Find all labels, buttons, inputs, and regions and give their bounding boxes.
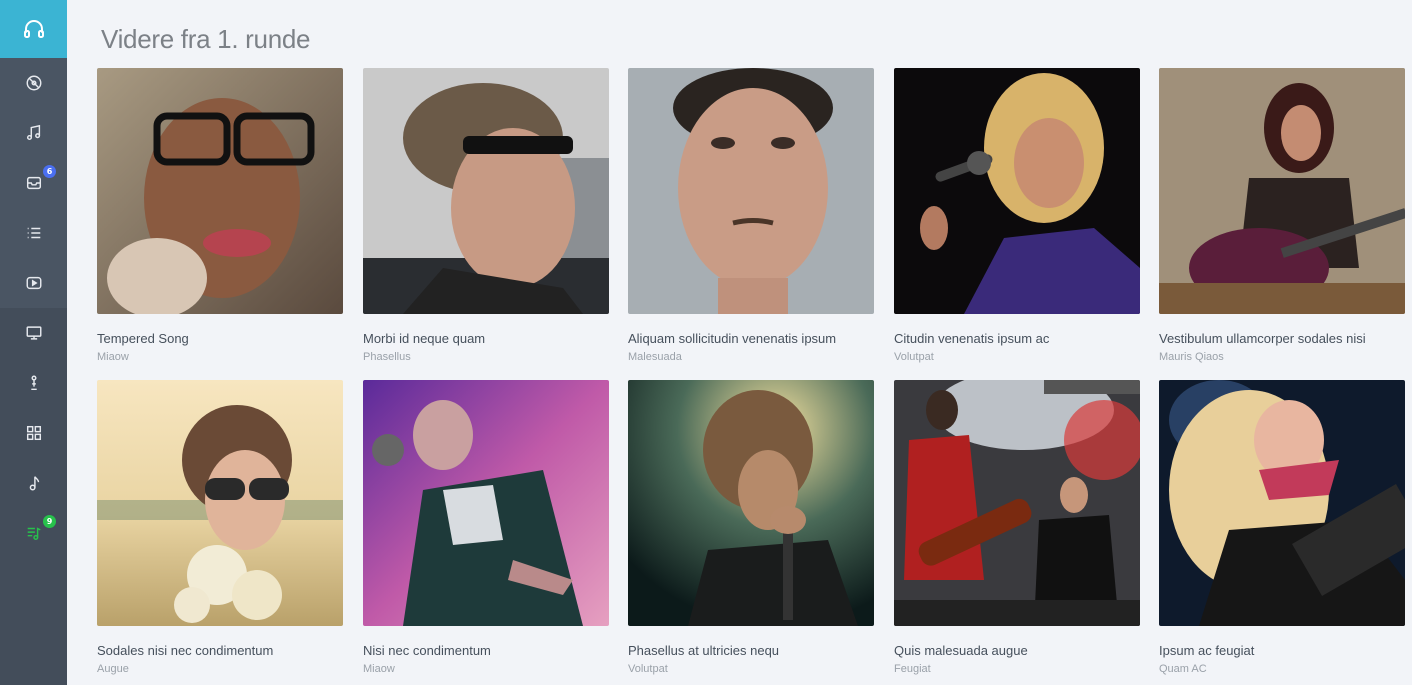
card-title[interactable]: Citudin venenatis ipsum ac: [894, 331, 1140, 346]
album-card[interactable]: Morbi id neque quam Phasellus: [363, 68, 609, 363]
card-subtitle[interactable]: Volutpat: [628, 663, 874, 675]
music-note-icon: [26, 124, 40, 141]
card-title[interactable]: Vestibulum ullamcorper sodales nisi: [1159, 331, 1405, 346]
album-cover[interactable]: [1159, 380, 1405, 626]
sidebar: 6 9: [0, 0, 67, 685]
sidebar-item-discover[interactable]: [0, 58, 67, 108]
sidebar-item-list[interactable]: [0, 208, 67, 258]
playlist-icon: [27, 527, 41, 541]
album-card[interactable]: Ipsum ac feugiat Quam AC: [1159, 380, 1405, 675]
card-subtitle[interactable]: Miaow: [97, 351, 343, 363]
headphones-icon[interactable]: [0, 0, 67, 58]
card-subtitle[interactable]: Mauris Qiaos: [1159, 351, 1405, 363]
card-title[interactable]: Tempered Song: [97, 331, 343, 346]
sidebar-filler: [0, 558, 67, 685]
microphone-icon: [30, 375, 37, 391]
sidebar-item-monitor[interactable]: [0, 308, 67, 358]
album-card[interactable]: Phasellus at ultricies nequ Volutpat: [628, 380, 874, 675]
playlist-badge: 9: [43, 515, 56, 528]
card-subtitle[interactable]: Phasellus: [363, 351, 609, 363]
album-cover[interactable]: [628, 380, 874, 626]
sidebar-item-microphone[interactable]: [0, 358, 67, 408]
grid-icon: [26, 425, 41, 441]
sidebar-item-grid[interactable]: [0, 408, 67, 458]
card-title[interactable]: Quis malesuada augue: [894, 643, 1140, 658]
card-subtitle[interactable]: Quam AC: [1159, 663, 1405, 675]
sidebar-item-note[interactable]: [0, 458, 67, 508]
album-card[interactable]: Tempered Song Miaow: [97, 68, 343, 363]
album-cover[interactable]: [97, 380, 343, 626]
card-title[interactable]: Nisi nec condimentum: [363, 643, 609, 658]
card-title[interactable]: Aliquam sollicitudin venenatis ipsum: [628, 331, 874, 346]
list-icon: [27, 227, 40, 239]
card-subtitle[interactable]: Augue: [97, 663, 343, 675]
card-title[interactable]: Phasellus at ultricies nequ: [628, 643, 874, 658]
sidebar-item-video[interactable]: [0, 258, 67, 308]
card-subtitle[interactable]: Malesuada: [628, 351, 874, 363]
play-video-icon: [26, 276, 41, 290]
card-title[interactable]: Morbi id neque quam: [363, 331, 609, 346]
card-subtitle[interactable]: Feugiat: [894, 663, 1140, 675]
album-cover[interactable]: [628, 68, 874, 314]
album-card[interactable]: Quis malesuada augue Feugiat: [894, 380, 1140, 675]
album-cover[interactable]: [1159, 68, 1405, 314]
sidebar-item-playlist[interactable]: 9: [0, 508, 67, 558]
disc-icon: [26, 75, 41, 91]
monitor-icon: [26, 326, 41, 340]
sidebar-item-inbox[interactable]: 6: [0, 158, 67, 208]
card-subtitle[interactable]: Miaow: [363, 663, 609, 675]
main-content: Videre fra 1. runde Tempered Song Miaow: [67, 0, 1412, 677]
album-card[interactable]: Nisi nec condimentum Miaow: [363, 380, 609, 675]
album-card[interactable]: Sodales nisi nec condimentum Augue: [97, 380, 343, 675]
album-cover[interactable]: [894, 380, 1140, 626]
album-cover[interactable]: [894, 68, 1140, 314]
card-title[interactable]: Ipsum ac feugiat: [1159, 643, 1405, 658]
page-title: Videre fra 1. runde: [101, 24, 311, 54]
album-cover[interactable]: [363, 68, 609, 314]
card-title[interactable]: Sodales nisi nec condimentum: [97, 643, 343, 658]
card-subtitle[interactable]: Volutpat: [894, 351, 1140, 363]
album-cover[interactable]: [363, 380, 609, 626]
album-cover[interactable]: [97, 68, 343, 314]
album-card[interactable]: Citudin venenatis ipsum ac Volutpat: [894, 68, 1140, 363]
inbox-icon: [26, 176, 41, 190]
inbox-badge: 6: [43, 165, 56, 178]
single-note-icon: [29, 476, 39, 491]
album-card[interactable]: Vestibulum ullamcorper sodales nisi Maur…: [1159, 68, 1405, 363]
sidebar-item-music[interactable]: [0, 108, 67, 158]
album-card[interactable]: Aliquam sollicitudin venenatis ipsum Mal…: [628, 68, 874, 363]
